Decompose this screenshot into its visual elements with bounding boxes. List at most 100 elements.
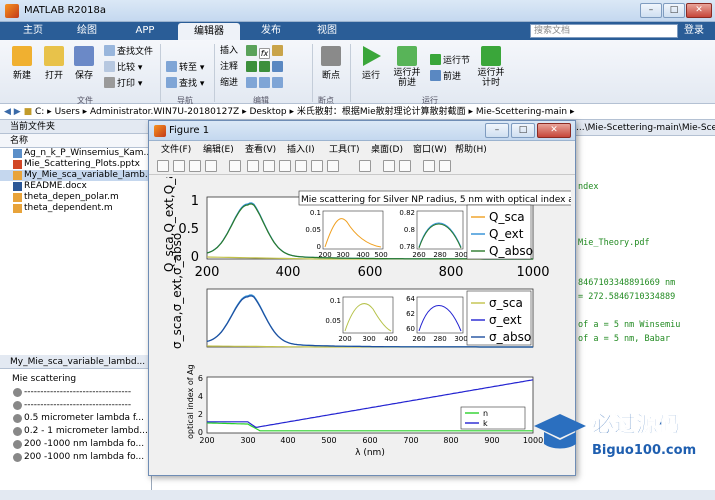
file-item[interactable]: Ag_n_k_P_Winsemius_Kam... [0,148,151,159]
hide-tools-icon[interactable] [423,160,435,172]
ribbon-tabbar: 主页 绘图 APP 编辑器 发布 视图 搜索文档 登录 [0,22,715,40]
login-link[interactable]: 登录 [684,22,704,40]
back-icon[interactable]: ◀ [4,107,11,117]
inset-ytick: 0.8 [404,226,415,234]
file-item[interactable]: theta_depen_polar.m [0,192,151,203]
new-button[interactable]: 新建 [8,46,36,81]
comment-icons[interactable] [246,61,285,73]
watermark: 必过源码 Biguo100.com [534,412,696,458]
brush-icon[interactable] [327,160,339,172]
section-item[interactable]: 0.5 micrometer lambda f... [0,412,152,425]
breakpoint-button[interactable]: 断点 [316,46,346,81]
ax3-xlabel: λ (nm) [355,448,385,458]
section-item[interactable]: 200 -1000 nm lambda fo... [0,451,152,464]
run-section-button[interactable]: 运行节 [430,54,470,66]
address-root[interactable]: C: [35,107,44,117]
section-item[interactable]: 0.2 - 1 micrometer lambd... [0,425,152,438]
figure-close-button[interactable]: ✕ [537,123,571,138]
compare-button[interactable]: 比较 ▾ [104,61,142,73]
legend-icon[interactable] [399,160,411,172]
open-button[interactable]: 打开 [40,46,68,81]
figure-minimize-button[interactable]: – [485,123,509,138]
tab-editor[interactable]: 编辑器 [178,23,240,40]
divider [160,44,161,102]
show-tools-icon[interactable] [439,160,451,172]
zoom-in-icon[interactable] [247,160,259,172]
address-mie-folder[interactable]: 米氏散射：根据Mie散射理论计算散射截面 [297,107,466,117]
close-button[interactable]: ✕ [686,3,712,18]
tab-view[interactable]: 视图 [302,22,352,40]
column-header-name[interactable]: 名称 [0,134,151,148]
file-item[interactable]: theta_dependent.m [0,203,151,214]
menu-edit[interactable]: 编辑(E) [203,143,234,157]
pan-icon[interactable] [279,160,291,172]
new-figure-icon[interactable] [157,160,169,172]
menu-desktop[interactable]: 桌面(D) [371,143,403,157]
insert-icons[interactable]: fx [246,45,285,59]
editor-tab[interactable]: ...\Mie-Scettering-main\Mie-Scett... [552,120,715,136]
insert-button[interactable]: 插入 [220,45,238,57]
file-item[interactable]: My_Mie_sca_variable_lamb... [0,170,151,181]
address-bar[interactable]: ◀ ▶ ■ C: ▸ Users ▸ Administrator.WIN7U-2… [0,104,715,120]
run-button[interactable]: 运行 [356,46,386,81]
section-item[interactable]: --------------------------------- [0,399,152,412]
colorbar-icon[interactable] [383,160,395,172]
section-item[interactable]: 200 -1000 nm lambda fo... [0,438,152,451]
menu-view[interactable]: 查看(V) [245,143,276,157]
find-button[interactable]: 查找 ▾ [166,77,204,89]
zoom-out-icon[interactable] [263,160,275,172]
save-icon[interactable] [189,160,201,172]
insert-section-icon [246,45,257,56]
run-and-time-button[interactable]: 运行并 计时 [474,46,508,88]
fx-icon: fx [259,48,270,59]
title-bar: MATLAB R2018a – □ ✕ [0,0,715,22]
link-icon[interactable] [359,160,371,172]
section-item[interactable]: --------------------------------- [0,386,152,399]
menu-tools[interactable]: 工具(T) [329,143,360,157]
address-users[interactable]: Users [55,107,80,117]
figure-maximize-button[interactable]: □ [511,123,535,138]
file-item[interactable]: Mie_Scattering_Plots.pptx [0,159,151,170]
minimize-button[interactable]: – [640,3,662,18]
divider [312,44,313,102]
legend-label: Q_abso [489,244,533,258]
indent-button[interactable]: 缩进 [220,77,238,89]
comment-button[interactable]: 注释 [220,61,238,73]
address-desktop[interactable]: Desktop [249,107,286,117]
address-admin[interactable]: Administrator.WIN7U-20180127Z [90,107,239,117]
watermark-url: Biguo100.com [592,443,696,458]
menu-window[interactable]: 窗口(W) [413,143,447,157]
address-current[interactable]: Mie-Scettering-main [476,107,567,117]
inset-ytick: 60 [406,325,415,333]
m-file-icon [13,204,22,213]
menu-file[interactable]: 文件(F) [161,143,191,157]
details-title: My_Mie_sca_variable_lambd... [0,355,152,369]
tab-apps[interactable]: APP [118,22,172,40]
forward-icon[interactable]: ▶ [14,107,21,117]
file-item[interactable]: README.docx [0,181,151,192]
open-icon[interactable] [173,160,185,172]
pointer-icon[interactable] [229,160,241,172]
inset-ytick: 0.78 [399,243,415,251]
print-icon[interactable] [205,160,217,172]
find-files-button[interactable]: 查找文件 [104,45,153,57]
indent-icons[interactable] [246,77,285,89]
search-input[interactable]: 搜索文档 [530,24,678,38]
menu-insert[interactable]: 插入(I) [287,143,315,157]
print-button[interactable]: 打印 ▾ [104,77,142,89]
data-cursor-icon[interactable] [311,160,323,172]
section-icon [13,440,22,449]
rotate-icon[interactable] [295,160,307,172]
run-and-advance-button[interactable]: 运行并 前进 [390,46,424,88]
increase-indent-icon [259,77,270,88]
menu-help[interactable]: 帮助(H) [455,143,487,157]
save-button[interactable]: 保存 [70,46,98,81]
maximize-button[interactable]: □ [663,3,685,18]
xtick: 300 [240,436,255,445]
tab-publish[interactable]: 发布 [246,22,296,40]
advance-button[interactable]: 前进 [430,70,461,82]
tab-home[interactable]: 主页 [8,22,58,40]
inset-xtick: 300 [454,251,467,259]
tab-plots[interactable]: 绘图 [62,22,112,40]
goto-button[interactable]: 转至 ▾ [166,61,204,73]
